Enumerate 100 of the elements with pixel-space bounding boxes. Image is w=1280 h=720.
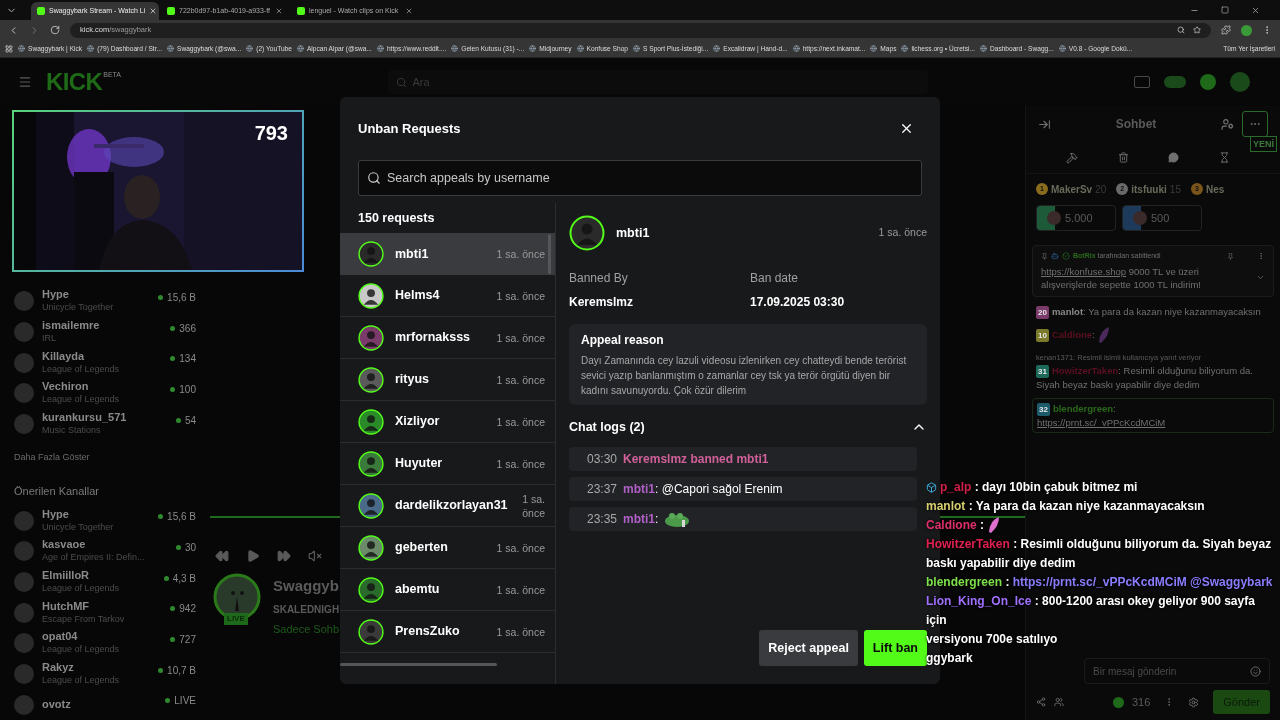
star-icon[interactable] — [1193, 26, 1201, 34]
log-text: mbti1: @Capori sağol Erenim — [623, 481, 783, 498]
hourglass-icon[interactable] — [1219, 152, 1231, 163]
menu-icon[interactable] — [18, 75, 32, 89]
channel-name[interactable]: Rakyz — [42, 661, 151, 675]
mute-icon[interactable] — [308, 548, 322, 563]
coin-icon[interactable] — [1200, 74, 1216, 90]
fast-forward-icon[interactable] — [277, 548, 291, 563]
request-item[interactable]: Xizliyor 1 sa. önce — [340, 401, 555, 443]
channel-name[interactable]: opat04 — [42, 630, 163, 644]
chat-bubble-icon[interactable] — [1168, 152, 1180, 163]
more-icon[interactable] — [1257, 252, 1265, 261]
viewer-count: 54 — [184, 413, 196, 428]
request-item[interactable]: dardelikzorlayan31 1 sa. önce — [340, 485, 555, 527]
avatar — [14, 414, 34, 434]
smile-icon[interactable] — [1250, 665, 1261, 677]
points-icon[interactable] — [1164, 76, 1186, 88]
channel-name[interactable]: ismailemre — [42, 319, 163, 332]
play-icon[interactable] — [246, 548, 260, 563]
channel-name[interactable]: Hype — [42, 288, 151, 302]
avatar — [358, 282, 384, 309]
request-item[interactable]: PrensZuko 1 sa. önce — [340, 611, 555, 653]
channel-name[interactable]: Vechiron — [42, 380, 163, 394]
chat-logs-toggle[interactable]: Chat logs (2) — [569, 417, 927, 437]
viewer-count: 942 — [179, 602, 196, 617]
viewer-count: 10,7 B — [167, 663, 196, 678]
stream-title: SKALEDNIGH — [273, 602, 340, 617]
users-icon[interactable] — [1054, 697, 1064, 707]
apps-icon[interactable] — [5, 44, 13, 53]
dialog-title: Unban Requests — [358, 119, 462, 138]
channel-name[interactable]: Killayda — [42, 349, 163, 363]
channel-category: League of Legends — [42, 362, 121, 376]
unpin-icon[interactable] — [1227, 252, 1234, 260]
channel-category: IRL — [42, 332, 57, 345]
channel-name[interactable]: ovotz — [42, 698, 158, 712]
request-item[interactable]: mrfornaksss 1 sa. önce — [340, 317, 555, 359]
globe-icon — [1058, 45, 1066, 52]
channel-category: League of Legends — [42, 393, 121, 407]
globe-icon — [870, 45, 878, 52]
request-item[interactable]: geberten 1 sa. önce — [340, 527, 555, 569]
viewer-count: LIVE — [174, 694, 196, 709]
avatar — [14, 572, 34, 593]
show-more-link[interactable]: Daha Fazla Göster — [0, 451, 210, 465]
field-value: Keremslmz — [569, 294, 635, 311]
reject-appeal-button[interactable]: Reject appeal — [759, 630, 858, 666]
request-item[interactable]: rityus 1 sa. önce — [340, 359, 555, 401]
request-count: 150 requests — [357, 209, 436, 227]
overlay-chat-message: blendergreen : https://prnt.sc/_vPPcKcdMCiM @Swaggybark — [926, 574, 1273, 591]
viewer-count: 366 — [179, 321, 196, 336]
channel-name[interactable]: HutchMF — [42, 599, 163, 613]
log-time: 03:30 — [587, 451, 618, 468]
collapse-icon[interactable] — [1038, 117, 1051, 131]
maximize-icon[interactable] — [1221, 6, 1229, 14]
dashboard-icon[interactable] — [1134, 76, 1150, 88]
avatar — [358, 492, 384, 519]
chat-message: 10 Caldione: — [1036, 327, 1095, 342]
field-label: Banned By — [569, 270, 629, 287]
request-item[interactable]: abemtu 1 sa. önce — [340, 569, 555, 611]
profile-avatar[interactable] — [1241, 24, 1252, 36]
avatar — [358, 576, 384, 603]
avatar — [14, 664, 34, 685]
channel-name[interactable]: ElmiilloR — [42, 569, 156, 583]
channel-category: League of Legends — [42, 674, 121, 688]
points-count: 316 — [1131, 694, 1151, 710]
profile-avatar[interactable] — [1230, 72, 1250, 92]
chat-message: 32 blendergreen: https://prnt.sc/_vPPcKcdMCiM — [1037, 401, 1167, 429]
feather-icon — [987, 516, 1001, 534]
share-icon[interactable] — [1036, 697, 1046, 707]
extension-icon[interactable] — [1221, 25, 1231, 35]
channel-name[interactable]: kurankursu_571 — [42, 411, 168, 424]
close-icon[interactable] — [149, 7, 158, 15]
log-time: 23:35 — [587, 511, 618, 528]
search-field[interactable]: Search appeals by username — [358, 160, 922, 196]
zoom-icon[interactable] — [1177, 26, 1185, 34]
timestamp: 1 sa. önce — [878, 225, 927, 241]
pin-icon — [1041, 252, 1048, 260]
users-icon[interactable] — [1221, 117, 1234, 131]
ban-icon[interactable] — [1065, 151, 1078, 164]
avatar — [14, 633, 34, 654]
settings-icon[interactable] — [1188, 696, 1200, 708]
leader-name: MakerSv — [1051, 182, 1093, 197]
delete-icon[interactable] — [1117, 152, 1129, 163]
request-item[interactable]: Helms4 1 sa. önce — [340, 275, 555, 317]
reload-icon[interactable] — [50, 25, 60, 35]
globe-icon — [246, 45, 254, 52]
close-icon[interactable] — [899, 121, 914, 136]
request-item[interactable]: mbti1 1 sa. önce — [340, 233, 555, 275]
expand-icon[interactable] — [1256, 273, 1265, 282]
request-item[interactable]: Huyuter 1 sa. önce — [340, 443, 555, 485]
log-time: 23:37 — [587, 481, 618, 498]
globe-icon — [376, 45, 384, 52]
channel-name[interactable]: Hype — [42, 507, 151, 521]
link[interactable]: https://konfuse.shop — [1041, 265, 1127, 277]
channel-category: League of Legends — [42, 643, 121, 657]
avatar — [14, 383, 34, 404]
globe-icon — [167, 45, 174, 52]
rewind-icon[interactable] — [215, 548, 229, 563]
lift-ban-button[interactable]: Lift ban — [863, 630, 927, 666]
channel-name[interactable]: kasvaoe — [42, 538, 168, 552]
avatar — [358, 366, 384, 393]
